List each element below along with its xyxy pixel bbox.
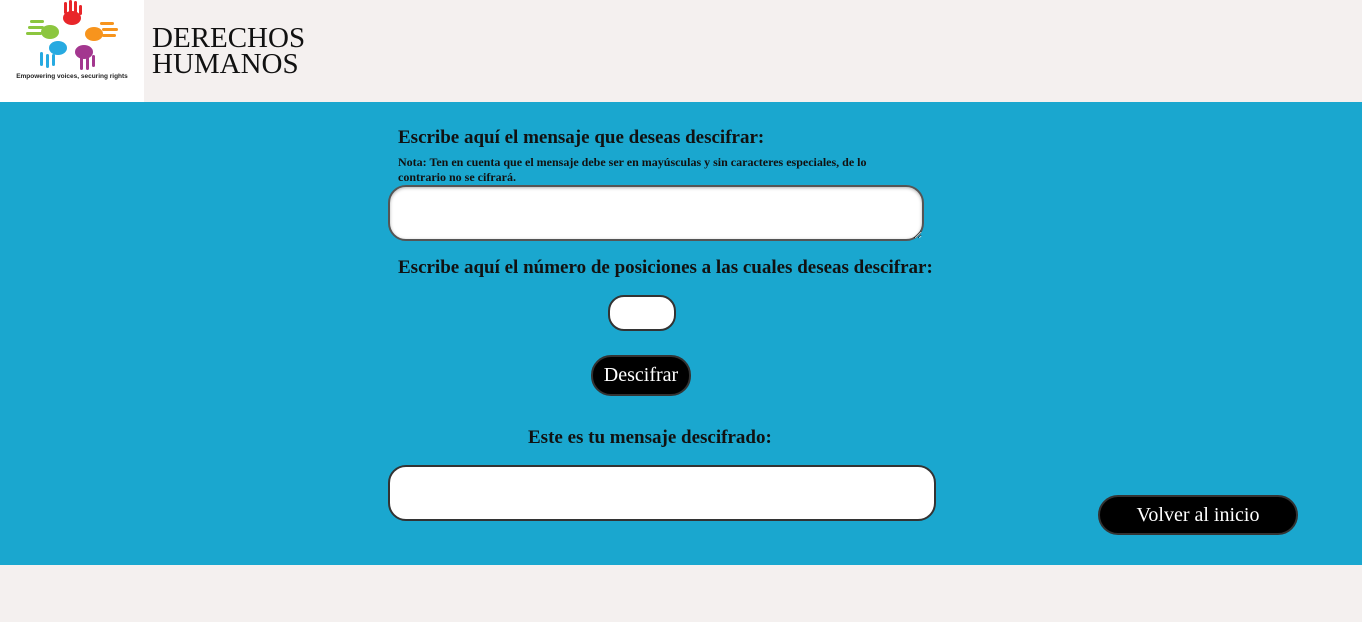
hands-logo-icon	[26, 0, 118, 70]
result-output[interactable]	[388, 465, 936, 521]
message-input[interactable]	[388, 185, 924, 241]
message-label: Escribe aquí el mensaje que deseas desci…	[398, 127, 765, 148]
decrypt-button[interactable]: Descifrar	[591, 355, 691, 396]
logo-tagline: Empowering voices, securing rights	[16, 73, 128, 80]
result-label: Este es tu mensaje descifrado:	[528, 427, 772, 448]
site-title-line-2: HUMANOS	[152, 48, 299, 80]
site-header: Empowering voices, securing rights DEREC…	[0, 0, 1362, 102]
logo: Empowering voices, securing rights	[0, 0, 144, 102]
positions-input[interactable]	[608, 295, 676, 331]
back-home-button[interactable]: Volver al inicio	[1098, 495, 1298, 535]
decrypt-form-section: Escribe aquí el mensaje que deseas desci…	[0, 102, 1362, 565]
uppercase-note: Nota: Ten en cuenta que el mensaje debe …	[398, 155, 867, 184]
site-title: DERECHOS HUMANOS	[152, 24, 305, 80]
positions-label: Escribe aquí el número de posiciones a l…	[398, 257, 933, 278]
